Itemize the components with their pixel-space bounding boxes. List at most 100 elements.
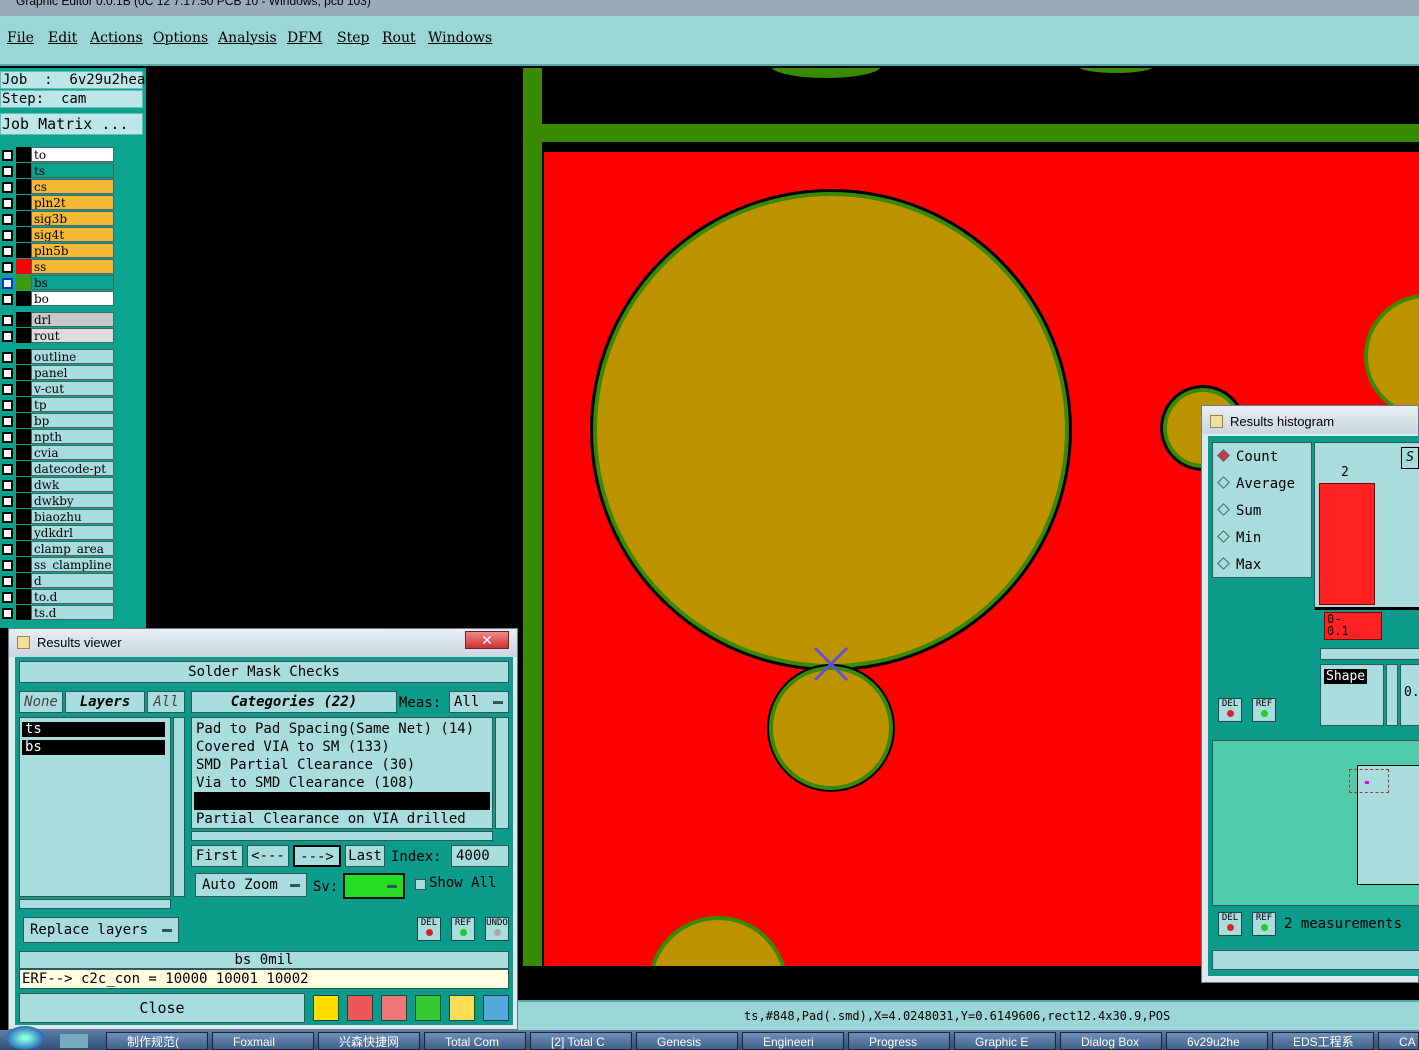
layer-row-to.d[interactable]: to.d (0, 589, 116, 605)
layer-row-bo[interactable]: bo (0, 291, 116, 307)
layer-color-swatch[interactable] (16, 211, 31, 226)
categories-button[interactable]: Categories (22) (191, 691, 397, 713)
layer-name[interactable]: datecode-pt (31, 461, 114, 476)
layer-color-swatch[interactable] (16, 147, 31, 162)
layer-row-tp[interactable]: tp (0, 397, 116, 413)
layer-checkbox[interactable] (2, 592, 13, 603)
layer-row-datecode-pt[interactable]: datecode-pt (0, 461, 116, 477)
layer-color-swatch[interactable] (16, 275, 31, 290)
task-item[interactable]: Progress (848, 1032, 950, 1050)
layer-color-swatch[interactable] (16, 509, 31, 524)
layer-checkbox[interactable] (2, 182, 13, 193)
layer-checkbox[interactable] (2, 166, 13, 177)
job-matrix-button[interactable]: Job Matrix ... (0, 113, 143, 135)
layer-checkbox[interactable] (2, 278, 13, 289)
histogram-bar[interactable] (1319, 483, 1375, 605)
layer-name[interactable]: ts (31, 163, 114, 178)
task-item[interactable]: CA (1378, 1032, 1419, 1050)
menu-rout[interactable]: Rout (382, 30, 416, 46)
layer-name[interactable]: rout (31, 328, 114, 343)
category-item[interactable]: SMD Partial Clearance (30) (196, 756, 415, 774)
layer-row-ss_clampline[interactable]: ss_clampline (0, 557, 116, 573)
layer-color-swatch[interactable] (16, 589, 31, 604)
task-item[interactable]: [2] Total C (530, 1032, 632, 1050)
layer-row-cvia[interactable]: cvia (0, 445, 116, 461)
task-item[interactable]: Graphic E (954, 1032, 1056, 1050)
menu-analysis[interactable]: Analysis (218, 30, 277, 46)
layer-name[interactable]: bs (31, 275, 114, 290)
layer-color-swatch[interactable] (16, 461, 31, 476)
layer-color-swatch[interactable] (16, 365, 31, 380)
layer-color-swatch[interactable] (16, 349, 31, 364)
layer-color-swatch[interactable] (16, 259, 31, 274)
layer-name[interactable]: panel (31, 365, 114, 380)
shape-item[interactable]: Shape (1324, 669, 1368, 684)
meas-ref-button[interactable]: REF (1252, 912, 1276, 936)
layer-color-swatch[interactable] (16, 445, 31, 460)
layer-checkbox[interactable] (2, 331, 13, 342)
layer-name[interactable]: v-cut (31, 381, 114, 396)
auto-zoom-select[interactable]: Auto Zoom (195, 873, 307, 897)
info-icon[interactable] (313, 995, 339, 1021)
layer-color-swatch[interactable] (16, 328, 31, 343)
layer-name[interactable]: tp (31, 397, 114, 412)
layer-name[interactable]: cvia (31, 445, 114, 460)
menu-options[interactable]: Options (153, 30, 208, 46)
prev-button[interactable]: <--- (247, 845, 289, 867)
layer-checkbox[interactable] (2, 315, 13, 326)
layer-name[interactable]: dwk (31, 477, 114, 492)
layer-row-sig3b[interactable]: sig3b (0, 211, 116, 227)
layer-checkbox[interactable] (2, 294, 13, 305)
menu-windows[interactable]: Windows (428, 30, 492, 46)
s-button[interactable]: S (1401, 447, 1419, 469)
layer-row-d[interactable]: d (0, 573, 116, 589)
layer-row-pln2t[interactable]: pln2t (0, 195, 116, 211)
layer-name[interactable]: biaozhu (31, 509, 114, 524)
category-item[interactable]: Partial Clearance on VIA drilled (196, 810, 466, 828)
layer-name[interactable]: ss (31, 259, 114, 274)
layer-list-scrollbar[interactable] (173, 717, 185, 897)
list-item[interactable]: ts (22, 722, 165, 737)
numbers-icon[interactable] (415, 995, 441, 1021)
sv-color-select[interactable] (343, 873, 405, 899)
option-max[interactable]: Max (1217, 557, 1261, 573)
layer-name[interactable]: clamp_area (31, 541, 114, 556)
layer-checkbox[interactable] (2, 246, 13, 257)
close-icon[interactable]: ✕ (465, 631, 509, 649)
layer-checkbox[interactable] (2, 480, 13, 491)
category-scrollbar[interactable] (495, 717, 509, 829)
task-item[interactable]: Dialog Box (1060, 1032, 1162, 1050)
menu-step[interactable]: Step (337, 30, 369, 46)
layer-list-hscroll[interactable] (19, 899, 171, 909)
layer-name[interactable]: ss_clampline (31, 557, 114, 572)
layer-row-ts[interactable]: ts (0, 163, 116, 179)
layer-checkbox[interactable] (2, 448, 13, 459)
mini-preview[interactable] (1212, 740, 1419, 906)
layer-color-swatch[interactable] (16, 397, 31, 412)
layer-color-swatch[interactable] (16, 179, 31, 194)
start-orb-icon[interactable] (6, 1026, 44, 1050)
layer-checkbox[interactable] (2, 512, 13, 523)
option-sum[interactable]: Sum (1217, 503, 1261, 519)
layer-checkbox[interactable] (2, 262, 13, 273)
layer-checkbox[interactable] (2, 576, 13, 587)
export-icon[interactable] (347, 995, 373, 1021)
last-button[interactable]: Last (345, 845, 385, 867)
layer-color-swatch[interactable] (16, 525, 31, 540)
list-item[interactable]: bs (22, 740, 165, 755)
shape-scrollbar[interactable] (1386, 664, 1398, 726)
menu-edit[interactable]: Edit (48, 30, 77, 46)
layer-checkbox[interactable] (2, 384, 13, 395)
layer-color-swatch[interactable] (16, 477, 31, 492)
next-button[interactable]: ---> (293, 845, 341, 867)
layer-color-swatch[interactable] (16, 243, 31, 258)
layer-checkbox[interactable] (2, 368, 13, 379)
layer-row-pln5b[interactable]: pln5b (0, 243, 116, 259)
layer-row-drl[interactable]: drl (0, 312, 116, 328)
layer-checkbox[interactable] (2, 230, 13, 241)
layer-row-panel[interactable]: panel (0, 365, 116, 381)
menu-actions[interactable]: Actions (90, 30, 143, 46)
layer-checkbox[interactable] (2, 198, 13, 209)
layer-color-swatch[interactable] (16, 573, 31, 588)
layer-color-swatch[interactable] (16, 312, 31, 327)
